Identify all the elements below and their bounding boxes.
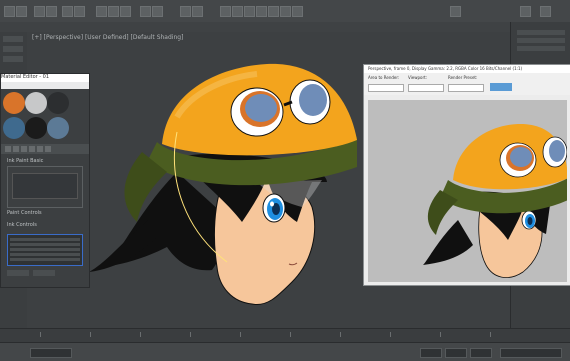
render-preset-select[interactable] [448,84,484,92]
select-icon[interactable] [62,6,73,17]
reset-map-icon[interactable] [21,146,27,152]
timeline[interactable] [0,328,570,343]
z-coordinate-field[interactable] [470,348,492,358]
area-to-render-select[interactable] [368,84,404,92]
apply-button[interactable] [7,270,29,276]
material-editor-icon[interactable] [256,6,267,17]
scale-icon[interactable] [120,6,131,17]
explorer-item[interactable] [3,36,23,42]
timeline-tick [390,332,391,337]
timeline-tick [440,332,441,337]
render-setup-icon[interactable] [268,6,279,17]
show-map-icon[interactable] [45,146,51,152]
list-item[interactable] [10,248,80,251]
render-output [368,100,568,282]
panel-row[interactable] [517,46,565,51]
status-bar [0,342,570,361]
get-material-icon[interactable] [5,146,11,152]
material-editor-menubar [1,82,89,89]
timeline-tick [490,332,491,337]
timeline-tick [90,332,91,337]
viewport-select-label: Viewport: [408,75,428,80]
timeline-tick [140,332,141,337]
material-slot[interactable] [3,92,25,114]
undo-icon[interactable] [4,6,15,17]
snap-icon[interactable] [140,6,151,17]
list-item[interactable] [10,258,80,261]
align-icon[interactable] [192,6,203,17]
material-slot[interactable] [25,117,47,139]
sign-in-icon[interactable] [520,6,531,17]
angle-snap-icon[interactable] [152,6,163,17]
rendered-frame-window: Perspective, frame 0, Display Gamma: 2.2… [363,64,570,286]
rendered-character-image [423,123,568,279]
material-slot[interactable] [3,117,25,139]
group-label: Paint Controls [7,210,42,216]
workspace-icon[interactable] [450,6,461,17]
maxscript-listener[interactable] [30,348,72,358]
group-label: Ink Paint Basic [7,158,44,164]
render-preset-label: Render Preset: [448,75,478,80]
y-coordinate-field[interactable] [445,348,467,358]
render-button[interactable] [490,83,512,91]
render-icon[interactable] [292,6,303,17]
timeline-tick [240,332,241,337]
preview-box [12,173,78,199]
material-editor-title: Material Editor - 01 [1,74,89,82]
material-slot[interactable] [25,92,47,114]
ok-button[interactable] [33,270,55,276]
unique-icon[interactable] [37,146,43,152]
layer-icon[interactable] [220,6,231,17]
curve-editor-icon[interactable] [232,6,243,17]
schematic-icon[interactable] [244,6,255,17]
timeline-tick [190,332,191,337]
move-icon[interactable] [96,6,107,17]
explorer-item[interactable] [3,56,23,62]
viewport-label[interactable]: [+] [Perspective] [User Defined] [Defaul… [32,34,183,41]
assign-material-icon[interactable] [13,146,19,152]
timeline-tick [340,332,341,337]
unlink-icon[interactable] [46,6,57,17]
panel-row[interactable] [517,38,565,43]
explorer-item[interactable] [3,46,23,52]
x-coordinate-field[interactable] [420,348,442,358]
timeline-tick [290,332,291,337]
copy-material-icon[interactable] [29,146,35,152]
redo-icon[interactable] [16,6,27,17]
rotate-icon[interactable] [108,6,119,17]
render-controls: Area to Render: Viewport: Render Preset: [364,73,570,95]
select-region-icon[interactable] [74,6,85,17]
material-slot[interactable] [47,92,69,114]
material-editor-toolbar [1,144,89,154]
group-label: Ink Controls [7,222,37,228]
link-icon[interactable] [34,6,45,17]
render-window-title: Perspective, frame 0, Display Gamma: 2.2… [368,66,523,71]
mirror-icon[interactable] [180,6,191,17]
material-group [7,166,83,208]
material-list[interactable] [7,234,83,266]
panel-row[interactable] [517,30,565,35]
timeline-tick [40,332,41,337]
main-toolbar [0,0,570,23]
help-icon[interactable] [540,6,551,17]
area-to-render-label: Area to Render: [368,75,400,80]
material-editor-window: Material Editor - 01 Ink Paint Basic Pai… [0,73,90,288]
list-item[interactable] [10,238,80,241]
playback-controls[interactable] [500,348,562,358]
list-item[interactable] [10,243,80,246]
material-slot[interactable] [47,117,69,139]
render-frame-icon[interactable] [280,6,291,17]
viewport-select[interactable] [408,84,444,92]
list-item[interactable] [10,253,80,256]
